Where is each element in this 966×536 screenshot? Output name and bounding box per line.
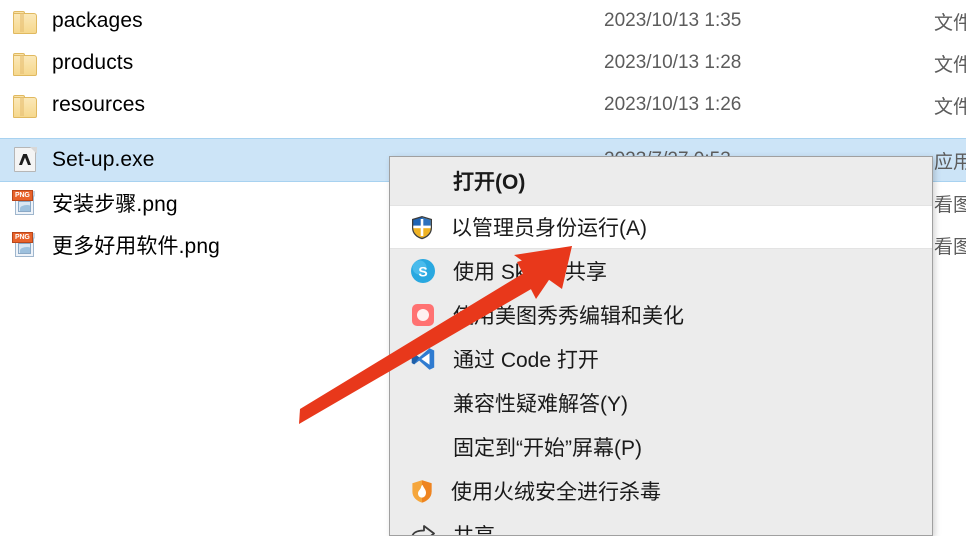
- menu-item-pin-to-start[interactable]: 固定到“开始”屏幕(P): [390, 425, 932, 469]
- png-image-icon: PNG: [12, 189, 38, 217]
- png-image-icon: PNG: [12, 231, 38, 259]
- menu-item-label: 使用美图秀秀编辑和美化: [453, 305, 684, 328]
- file-date: 2023/10/13 1:28: [604, 52, 742, 73]
- file-type: 应用: [934, 151, 966, 173]
- menu-item-edit-with-meitu[interactable]: 使用美图秀秀编辑和美化: [390, 293, 932, 337]
- folder-icon: [12, 94, 38, 118]
- svg-text:S: S: [418, 264, 427, 280]
- file-type: 看图: [934, 236, 966, 258]
- menu-item-label: 通过 Code 打开: [453, 349, 599, 372]
- menu-item-label: 兼容性疑难解答(Y): [453, 393, 628, 416]
- vscode-icon: [410, 346, 436, 372]
- menu-item-compatibility-troubleshoot[interactable]: 兼容性疑难解答(Y): [390, 381, 932, 425]
- context-menu[interactable]: 打开(O) 以管理员身份运行(A) S 使用 Skype 共享 使用美图秀秀编辑…: [389, 156, 933, 536]
- file-name: packages: [52, 9, 143, 32]
- file-name: products: [52, 51, 134, 74]
- file-date: 2023/10/13 1:26: [604, 94, 742, 115]
- table-row[interactable]: resources 2023/10/13 1:26 文件: [0, 84, 966, 126]
- application-exe-icon: [12, 146, 38, 174]
- huorong-shield-icon: [410, 479, 434, 504]
- uac-shield-icon: [410, 215, 434, 240]
- file-type: 看图: [934, 194, 966, 216]
- menu-item-label: 使用 Skype 共享: [453, 261, 608, 284]
- file-type: 文件: [934, 12, 966, 34]
- file-type: 文件: [934, 96, 966, 118]
- menu-item-label: 以管理员身份运行(A): [451, 217, 647, 240]
- menu-item-label: 使用火绒安全进行杀毒: [451, 481, 661, 504]
- menu-item-share[interactable]: 共享: [390, 513, 932, 535]
- file-name: resources: [52, 93, 146, 116]
- menu-item-label: 固定到“开始”屏幕(P): [453, 437, 642, 460]
- file-name: 更多好用软件.png: [52, 235, 220, 258]
- meitu-icon: [410, 302, 436, 328]
- share-icon: [410, 522, 436, 535]
- file-date: 2023/10/13 1:35: [604, 10, 742, 31]
- menu-item-label: 打开(O): [453, 171, 526, 194]
- file-name: Set-up.exe: [52, 148, 155, 171]
- table-row[interactable]: products 2023/10/13 1:28 文件: [0, 42, 966, 84]
- adobe-mark-icon: [19, 154, 31, 165]
- menu-item-open[interactable]: 打开(O): [390, 157, 932, 205]
- menu-item-run-as-administrator[interactable]: 以管理员身份运行(A): [390, 205, 932, 249]
- folder-icon: [12, 10, 38, 34]
- folder-icon: [12, 52, 38, 76]
- menu-item-label: 共享: [453, 520, 495, 535]
- table-row[interactable]: packages 2023/10/13 1:35 文件: [0, 0, 966, 42]
- menu-item-share-with-skype[interactable]: S 使用 Skype 共享: [390, 249, 932, 293]
- file-name: 安装步骤.png: [52, 193, 178, 216]
- menu-item-open-with-code[interactable]: 通过 Code 打开: [390, 337, 932, 381]
- file-type: 文件: [934, 54, 966, 76]
- menu-item-scan-with-huorong[interactable]: 使用火绒安全进行杀毒: [390, 469, 932, 513]
- screen: packages 2023/10/13 1:35 文件 products 202…: [0, 0, 966, 536]
- skype-icon: S: [410, 258, 436, 284]
